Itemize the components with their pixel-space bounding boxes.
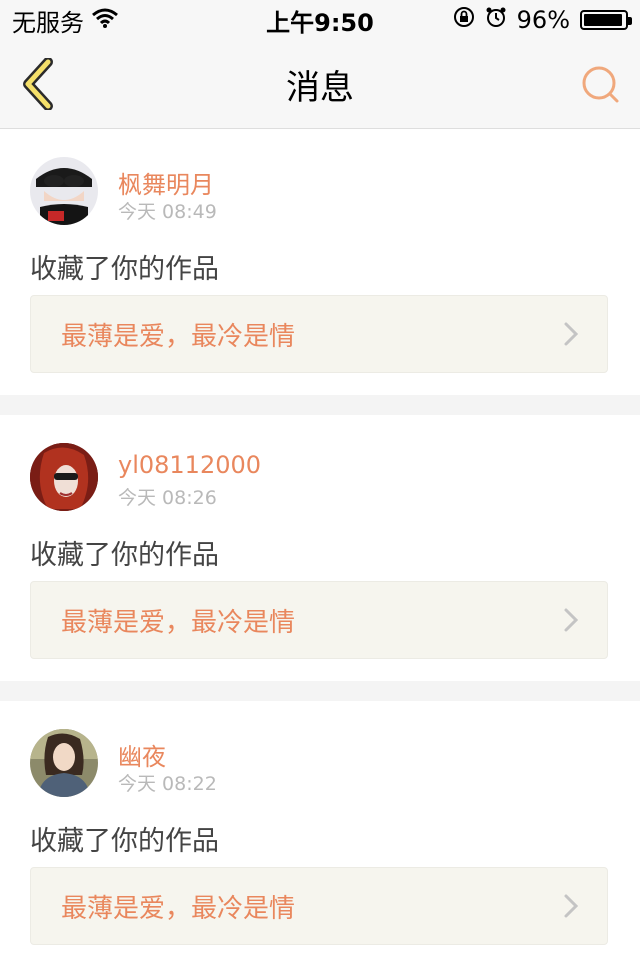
username[interactable]: 幽夜	[118, 737, 166, 772]
avatar[interactable]	[30, 729, 98, 797]
status-bar: 无服务 上午9:50 96%	[0, 0, 640, 40]
action-text: 收藏了你的作品	[30, 254, 219, 285]
orientation-lock-icon	[453, 6, 475, 34]
chevron-right-icon	[564, 322, 579, 346]
status-right: 96%	[453, 6, 640, 34]
message-card: 幽夜 今天 08:22 收藏了你的作品 最薄是爱，最冷是情	[0, 701, 640, 967]
search-icon	[582, 66, 619, 103]
wifi-icon	[92, 6, 118, 34]
status-left: 无服务	[0, 3, 118, 38]
message-card: yl08112000 今天 08:26 收藏了你的作品 最薄是爱，最冷是情	[0, 415, 640, 681]
chevron-right-icon	[564, 608, 579, 632]
timestamp: 今天 08:22	[118, 773, 217, 795]
work-title: 最薄是爱，最冷是情	[61, 321, 296, 352]
page-title: 消息	[286, 67, 354, 108]
work-title: 最薄是爱，最冷是情	[61, 893, 296, 924]
chevron-right-icon	[564, 894, 579, 918]
battery-icon	[580, 10, 632, 30]
carrier-label: 无服务	[12, 8, 84, 37]
username[interactable]: yl08112000	[118, 451, 261, 479]
timestamp: 今天 08:49	[118, 201, 217, 223]
message-card: 枫舞明月 今天 08:49 收藏了你的作品 最薄是爱，最冷是情	[0, 129, 640, 395]
alarm-icon	[485, 6, 507, 34]
timestamp: 今天 08:26	[118, 487, 217, 509]
action-text: 收藏了你的作品	[30, 540, 219, 571]
battery-level-fill	[584, 14, 622, 26]
work-link[interactable]: 最薄是爱，最冷是情	[30, 295, 608, 373]
battery-percent: 96%	[516, 6, 570, 34]
message-list: 枫舞明月 今天 08:49 收藏了你的作品 最薄是爱，最冷是情 yl081120…	[0, 129, 640, 967]
action-text: 收藏了你的作品	[30, 826, 219, 857]
navigation-bar: 消息	[0, 40, 640, 129]
avatar[interactable]	[30, 443, 98, 511]
work-link[interactable]: 最薄是爱，最冷是情	[30, 581, 608, 659]
username[interactable]: 枫舞明月	[118, 165, 214, 200]
search-button[interactable]	[580, 64, 620, 104]
divider	[0, 395, 640, 415]
avatar[interactable]	[30, 157, 98, 225]
work-link[interactable]: 最薄是爱，最冷是情	[30, 867, 608, 945]
work-title: 最薄是爱，最冷是情	[61, 607, 296, 638]
divider	[0, 681, 640, 701]
